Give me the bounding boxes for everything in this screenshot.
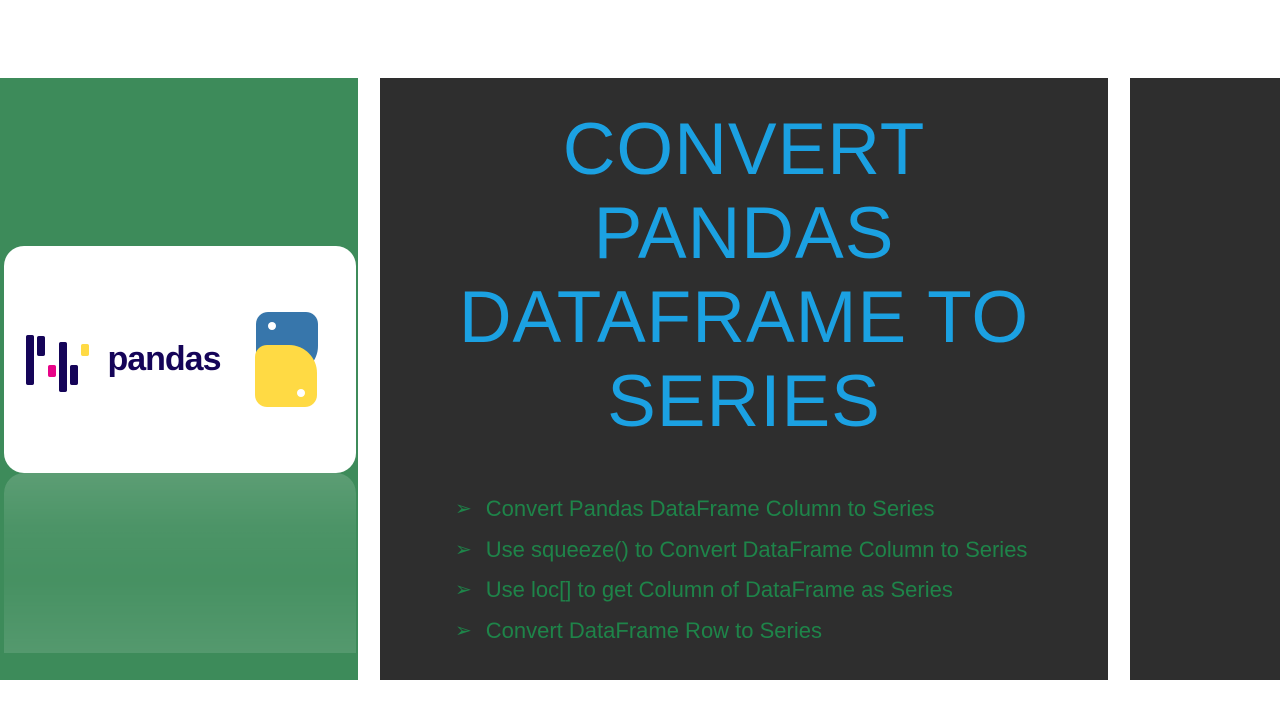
bullet-text: Use squeeze() to Convert DataFrame Colum… [486, 535, 1028, 566]
main-content-panel: CONVERT PANDAS DATAFRAME TO SERIES ➢ Con… [380, 78, 1108, 680]
pandas-logo: pandas [26, 312, 333, 407]
chevron-right-icon: ➢ [455, 616, 472, 646]
list-item: ➢ Use loc[] to get Column of DataFrame a… [455, 575, 1068, 606]
chevron-right-icon: ➢ [455, 494, 472, 524]
chevron-right-icon: ➢ [455, 575, 472, 605]
list-item: ➢ Use squeeze() to Convert DataFrame Col… [455, 535, 1068, 566]
title-line-1: CONVERT PANDAS [563, 109, 926, 274]
title-line-2: DATAFRAME TO SERIES [459, 277, 1029, 442]
bullet-text: Use loc[] to get Column of DataFrame as … [486, 575, 953, 606]
bullet-text: Convert Pandas DataFrame Column to Serie… [486, 494, 935, 525]
pandas-text-label: pandas [107, 340, 220, 379]
slide-container: pandas CONVERT PANDAS DATAFRAME TO SERIE… [0, 78, 1280, 680]
python-logo-icon [239, 312, 334, 407]
right-dark-strip [1130, 78, 1280, 680]
left-green-panel: pandas [0, 78, 358, 680]
list-item: ➢ Convert DataFrame Row to Series [455, 616, 1068, 647]
pandas-bars-icon [26, 327, 89, 392]
list-item: ➢ Convert Pandas DataFrame Column to Ser… [455, 494, 1068, 525]
logo-reflection [4, 473, 356, 653]
slide-title: CONVERT PANDAS DATAFRAME TO SERIES [420, 108, 1068, 444]
bullet-list: ➢ Convert Pandas DataFrame Column to Ser… [420, 494, 1068, 647]
bullet-text: Convert DataFrame Row to Series [486, 616, 822, 647]
chevron-right-icon: ➢ [455, 535, 472, 565]
logo-card: pandas [4, 246, 356, 473]
